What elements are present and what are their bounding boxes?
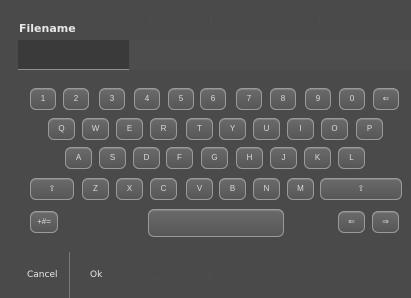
key-1[interactable]: 1 — [30, 88, 56, 110]
key-z[interactable]: Z — [82, 178, 109, 200]
key-y[interactable]: Y — [219, 118, 246, 140]
key-7[interactable]: 7 — [236, 88, 262, 110]
filename-dialog: Filename 1 2 3 4 5 6 7 8 9 0 ⇐ Q W E R T… — [0, 0, 411, 298]
key-o[interactable]: O — [321, 118, 348, 140]
key-c[interactable]: C — [150, 178, 177, 200]
key-9[interactable]: 9 — [305, 88, 331, 110]
ok-button[interactable]: Ok — [90, 252, 130, 298]
key-q[interactable]: Q — [48, 118, 75, 140]
cursor-left-key[interactable]: ⇐ — [338, 211, 365, 233]
key-p[interactable]: P — [356, 118, 383, 140]
cursor-right-key[interactable]: ⇒ — [372, 211, 399, 233]
key-g[interactable]: G — [201, 147, 228, 169]
backspace-key[interactable]: ⇐ — [373, 88, 399, 110]
key-w[interactable]: W — [82, 118, 109, 140]
key-m[interactable]: M — [287, 178, 314, 200]
key-d[interactable]: D — [133, 147, 160, 169]
key-b[interactable]: B — [219, 178, 246, 200]
key-s[interactable]: S — [99, 147, 126, 169]
keyboard-row-bottom: ⇧ Z X C V B N M ⇧ — [0, 178, 411, 200]
symbols-key[interactable]: +#= — [30, 211, 58, 233]
key-e[interactable]: E — [116, 118, 143, 140]
key-6[interactable]: 6 — [200, 88, 226, 110]
key-0[interactable]: 0 — [339, 88, 365, 110]
cancel-button[interactable]: Cancel — [27, 252, 69, 298]
keyboard-row-qwerty: Q W E R T Y U I O P — [0, 118, 411, 140]
key-f[interactable]: F — [166, 147, 193, 169]
key-4[interactable]: 4 — [134, 88, 160, 110]
key-i[interactable]: I — [287, 118, 314, 140]
key-a[interactable]: A — [65, 147, 92, 169]
key-k[interactable]: K — [304, 147, 331, 169]
key-j[interactable]: J — [270, 147, 297, 169]
key-r[interactable]: R — [150, 118, 177, 140]
key-h[interactable]: H — [236, 147, 263, 169]
shift-key-right[interactable]: ⇧ — [320, 178, 402, 200]
footer-divider — [69, 252, 70, 298]
key-x[interactable]: X — [116, 178, 143, 200]
key-u[interactable]: U — [253, 118, 280, 140]
key-8[interactable]: 8 — [270, 88, 296, 110]
space-key[interactable] — [148, 209, 284, 237]
key-2[interactable]: 2 — [63, 88, 89, 110]
keyboard-row-numbers: 1 2 3 4 5 6 7 8 9 0 ⇐ — [0, 88, 411, 110]
shift-key-left[interactable]: ⇧ — [30, 178, 74, 200]
key-5[interactable]: 5 — [168, 88, 194, 110]
key-v[interactable]: V — [186, 178, 213, 200]
key-t[interactable]: T — [186, 118, 213, 140]
key-n[interactable]: N — [253, 178, 280, 200]
key-3[interactable]: 3 — [99, 88, 125, 110]
keyboard-row-home: A S D F G H J K L — [0, 147, 411, 169]
keyboard-row-function: +#= ⇐ ⇒ — [0, 209, 411, 237]
key-l[interactable]: L — [338, 147, 365, 169]
